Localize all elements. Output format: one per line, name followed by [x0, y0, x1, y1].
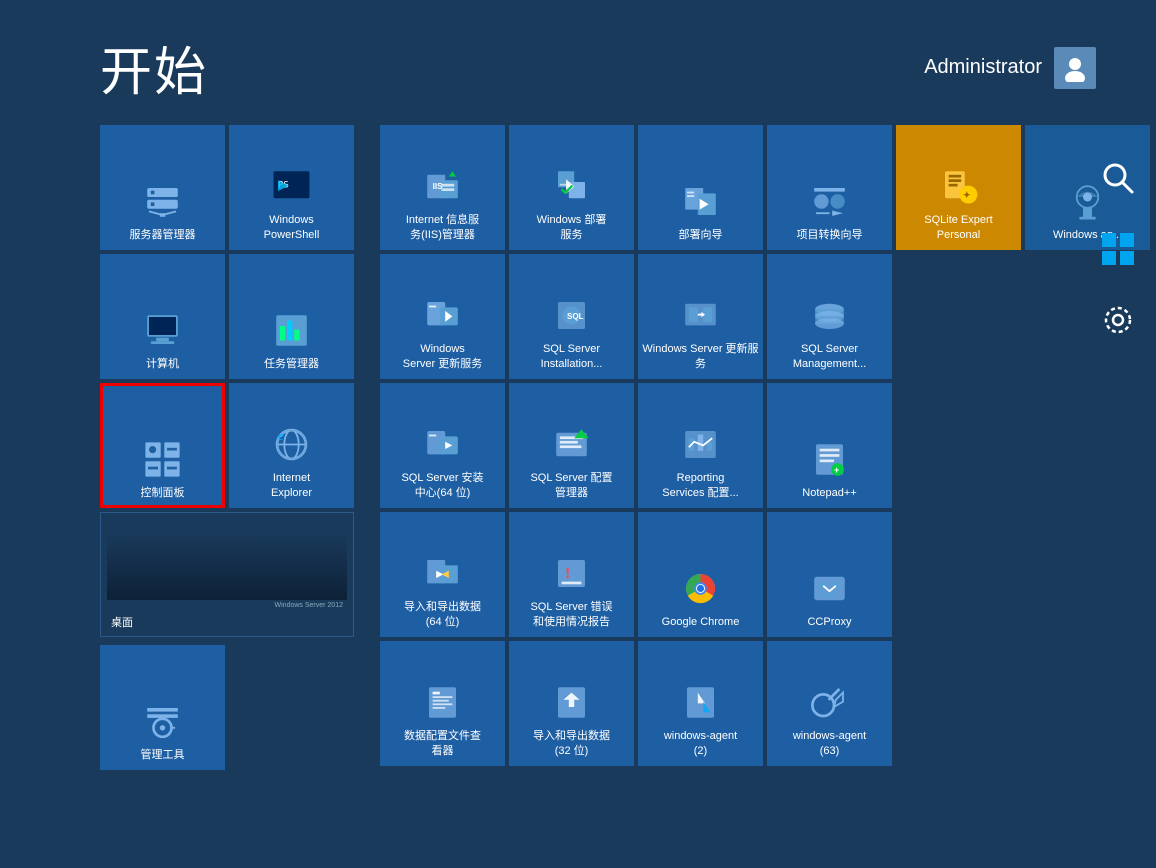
tile-win-deploy-label: Windows 部署服务	[533, 213, 611, 242]
tile-sql-install-center[interactable]: SQL Server 安装中心(64 位)	[380, 383, 505, 508]
tile-win-update[interactable]: WindowsServer 更新服务	[380, 254, 505, 379]
tile-win-agent2[interactable]: windows-agent(2)	[638, 641, 763, 766]
tile-sql-mgmt-label: SQL ServerManagement...	[789, 342, 870, 371]
tile-deployment-wizard-label: 部署向导	[675, 228, 727, 242]
tile-sql-install-label: SQL ServerInstallation...	[537, 342, 607, 371]
tile-notepadpp[interactable]: + Notepad++	[767, 383, 892, 508]
tile-computer[interactable]: 计算机	[100, 254, 225, 379]
tile-task-manager-label: 任务管理器	[260, 357, 323, 371]
tile-task-manager[interactable]: 任务管理器	[229, 254, 354, 379]
tile-google-chrome[interactable]: Google Chrome	[638, 512, 763, 637]
tile-sql-error-label: SQL Server 错误和使用情况报告	[526, 600, 616, 629]
svg-text:e: e	[278, 429, 284, 443]
tile-computer-label: 计算机	[142, 357, 183, 371]
tile-project-convert-label: 项目转换向导	[793, 228, 867, 242]
header: 开始 Administrator	[0, 0, 1156, 125]
tile-ccproxy-label: CCProxy	[803, 615, 855, 629]
svg-text:IIS: IIS	[433, 183, 443, 192]
tile-data-config-label: 数据配置文件查看器	[400, 729, 485, 758]
tile-sqlite[interactable]: ✦ SQLite ExpertPersonal	[896, 125, 1021, 250]
tile-ssis[interactable]: Windows Server 更新服务	[638, 254, 763, 379]
tile-google-chrome-label: Google Chrome	[658, 615, 744, 629]
tile-ie-label: InternetExplorer	[267, 471, 316, 500]
tile-desktop[interactable]: Windows Server 2012 桌面	[100, 512, 354, 637]
svg-text:SQL: SQL	[567, 313, 584, 322]
tile-powershell[interactable]: PS WindowsPowerShell	[229, 125, 354, 250]
user-info[interactable]: Administrator	[924, 47, 1096, 89]
tile-iis[interactable]: IIS Internet 信息服务(IIS)管理器	[380, 125, 505, 250]
right-sidebar	[1100, 160, 1136, 343]
tile-win-agent2-label: windows-agent(2)	[660, 729, 741, 758]
tile-control-panel[interactable]: 控制面板	[100, 383, 225, 508]
tile-sql-mgmt[interactable]: SQL ServerManagement...	[767, 254, 892, 379]
tile-data-config[interactable]: 数据配置文件查看器	[380, 641, 505, 766]
tile-deployment-wizard[interactable]: 部署向导	[638, 125, 763, 250]
tile-import-export64[interactable]: 导入和导出数据(64 位)	[380, 512, 505, 637]
tile-iis-label: Internet 信息服务(IIS)管理器	[402, 213, 483, 242]
tile-sql-error[interactable]: ! SQL Server 错误和使用情况报告	[509, 512, 634, 637]
user-avatar	[1054, 47, 1096, 89]
tile-admin-tools-label: 管理工具	[137, 748, 189, 762]
tile-win-update-label: WindowsServer 更新服务	[399, 342, 486, 371]
tile-project-convert[interactable]: 项目转换向导	[767, 125, 892, 250]
tile-import-export32-label: 导入和导出数据(32 位)	[529, 729, 614, 758]
tile-desktop-label: 桌面	[107, 616, 137, 630]
search-icon[interactable]	[1100, 160, 1136, 201]
windows-logo-icon[interactable]	[1100, 231, 1136, 272]
right-tiles-area: IIS Internet 信息服务(IIS)管理器 Windows 部署服务	[380, 125, 1150, 770]
tile-win-agent63[interactable]: windows-agent(63) 激活	[767, 641, 892, 766]
user-name: Administrator	[924, 56, 1042, 79]
svg-text:!: !	[565, 566, 570, 582]
left-column: 服务器管理器 PS WindowsPowerShell 计	[100, 125, 360, 770]
tile-sql-install-center-label: SQL Server 安装中心(64 位)	[397, 471, 487, 500]
tile-control-panel-label: 控制面板	[137, 486, 189, 500]
svg-text:✦: ✦	[963, 191, 971, 201]
svg-text:+: +	[834, 465, 839, 475]
tile-ssis-label: Windows Server 更新服务	[638, 342, 763, 371]
tile-reporting-label: ReportingServices 配置...	[658, 471, 742, 500]
tile-notepadpp-label: Notepad++	[798, 486, 860, 500]
tile-admin-tools[interactable]: 管理工具	[100, 645, 225, 770]
tile-import-export32[interactable]: 导入和导出数据(32 位)	[509, 641, 634, 766]
tile-sql-config-label: SQL Server 配置管理器	[526, 471, 616, 500]
tile-reporting[interactable]: ReportingServices 配置...	[638, 383, 763, 508]
tile-powershell-label: WindowsPowerShell	[260, 213, 324, 242]
tile-ie[interactable]: e InternetExplorer	[229, 383, 354, 508]
tile-sql-config[interactable]: SQL Server 配置管理器	[509, 383, 634, 508]
tile-win-agent63-label: windows-agent(63)	[789, 729, 870, 758]
tile-sqlite-label: SQLite ExpertPersonal	[920, 213, 996, 242]
tile-server-manager-label: 服务器管理器	[126, 228, 200, 242]
tile-sql-install[interactable]: SQL SQL ServerInstallation...	[509, 254, 634, 379]
tile-ccproxy[interactable]: CCProxy	[767, 512, 892, 637]
tile-server-manager[interactable]: 服务器管理器	[100, 125, 225, 250]
page-title: 开始	[100, 30, 208, 105]
tile-import-export64-label: 导入和导出数据(64 位)	[400, 600, 485, 629]
settings-icon[interactable]	[1100, 302, 1136, 343]
tile-win-deploy[interactable]: Windows 部署服务	[509, 125, 634, 250]
